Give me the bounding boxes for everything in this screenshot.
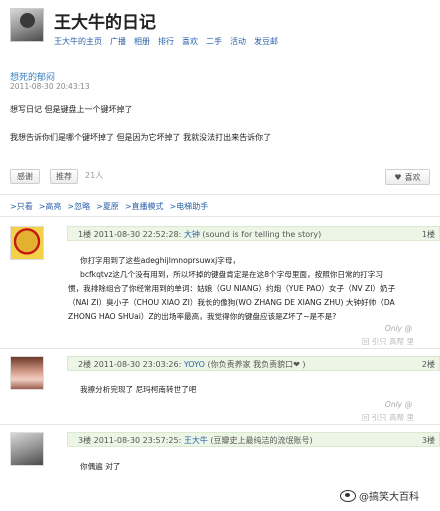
heart-icon: ♥: [394, 172, 402, 182]
commenter-name[interactable]: 大钟: [184, 230, 200, 239]
nav-likes[interactable]: 喜欢: [182, 36, 198, 47]
comment-item: 3楼 2011-08-30 23:57:25: 王大牛 (豆瓣史上最纯洁的流氓账…: [10, 432, 440, 477]
divider: [0, 424, 440, 425]
link-ignore[interactable]: >忽略: [67, 201, 90, 212]
comment-meta: 2楼 2011-08-30 23:03:26: YOYO (你负责养家 我负责貌…: [78, 359, 305, 370]
comment-text-line: 你打字用到了这些adeghijlmnoprsuwxj字母，: [80, 256, 241, 265]
commenter-name[interactable]: YOYO: [184, 360, 205, 369]
link-original[interactable]: >夏原: [96, 201, 119, 212]
link-elevator[interactable]: >电梯助手: [170, 201, 209, 212]
link-highlight[interactable]: >高亮: [39, 201, 62, 212]
comment-header: 3楼 2011-08-30 23:57:25: 王大牛 (豆瓣史上最纯洁的流氓账…: [67, 432, 440, 447]
blog-nav: 王大牛的主页 广播 相册 排行 喜欢 二手 活动 发豆邮: [54, 36, 278, 47]
like-label: 喜欢: [404, 172, 421, 182]
post-body-line: 我想告诉你们是哪个键坏掉了 但是因为它坏掉了 我就没法打出来告诉你了: [10, 133, 272, 142]
post-time: 2011-08-30 20:43:13: [10, 82, 90, 91]
weibo-logo-icon: [340, 489, 356, 502]
comment-text-line: 我擦分析完现了 尼玛柯南转世了吧: [80, 385, 197, 394]
thanks-button[interactable]: 感谢: [10, 169, 40, 184]
comment-floor-time: 1楼 2011-08-30 22:52:28:: [78, 230, 184, 239]
comment-item: 2楼 2011-08-30 23:03:26: YOYO (你负责养家 我负责貌…: [10, 356, 440, 422]
divider: [0, 216, 440, 217]
recommend-count: 21人: [85, 171, 104, 180]
link-only[interactable]: >只看: [10, 201, 33, 212]
floor-number: 3楼: [421, 436, 435, 445]
recommend-button[interactable]: 推荐: [50, 169, 78, 184]
comment-actions[interactable]: 回 引只 高帮 里: [362, 336, 414, 347]
commenter-avatar[interactable]: [10, 432, 44, 466]
blog-title: 王大牛的日记: [54, 13, 156, 33]
comment-floor-time: 3楼 2011-08-30 23:57:25:: [78, 436, 184, 445]
comment-floor-time: 2楼 2011-08-30 23:03:26:: [78, 360, 184, 369]
nav-secondhand[interactable]: 二手: [206, 36, 222, 47]
comment-text-line: （NAI ZI）臭小子（CHOU XIAO ZI）我长的像狗(WO ZHANG …: [68, 298, 395, 307]
nav-events[interactable]: 活动: [230, 36, 246, 47]
comment-text-line: ZHONG HAO SHUai）Z的出场率最高，我觉得你的键盘应该是Z坏了~是不…: [68, 312, 337, 321]
commenter-name[interactable]: 王大牛: [184, 436, 208, 445]
only-author-link[interactable]: Only @: [385, 400, 412, 409]
comment-meta: 1楼 2011-08-30 22:52:28: 大钟 (sound is for…: [78, 229, 321, 240]
divider: [0, 194, 440, 195]
floor-number: 1楼: [421, 230, 435, 239]
only-author-link[interactable]: Only @: [385, 324, 412, 333]
commenter-signature: (sound is for telling the story): [199, 230, 322, 239]
comment-text-line: bcfkqtvz这几个没有用到，所以坏掉的键盘肯定是在这8个字母里面，按照你日常…: [80, 270, 383, 279]
watermark: @搞笑大百科: [340, 488, 419, 503]
divider: [0, 348, 440, 349]
comment-actions[interactable]: 回 引只 高帮 里: [362, 412, 414, 423]
nav-home[interactable]: 王大牛的主页: [54, 36, 102, 47]
watermark-text: @搞笑大百科: [359, 492, 419, 503]
commenter-signature: (你负责养家 我负责貌口❤ ): [204, 360, 306, 369]
nav-album[interactable]: 相册: [134, 36, 150, 47]
link-live-mode[interactable]: >直播模式: [125, 201, 164, 212]
blog-header: 王大牛的日记 王大牛的主页 广播 相册 排行 喜欢 二手 活动 发豆邮: [10, 8, 430, 48]
comment-text-line: 你偶遍 对了: [80, 462, 121, 471]
nav-broadcast[interactable]: 广播: [110, 36, 126, 47]
comment-text-line: 惯，我排除组合了你经常用到的单词：姑娘（GU NIANG）约炮（YUE PAO）…: [68, 284, 396, 293]
author-avatar[interactable]: [10, 8, 44, 42]
like-button[interactable]: ♥ 喜欢: [385, 169, 430, 185]
comment-header: 2楼 2011-08-30 23:03:26: YOYO (你负责养家 我负责貌…: [67, 356, 440, 371]
commenter-avatar[interactable]: [10, 356, 44, 390]
comment-toolbar: >只看 >高亮 >忽略 >夏原 >直播模式 >电梯助手: [10, 201, 208, 212]
commenter-avatar[interactable]: [10, 226, 44, 260]
commenter-signature: (豆瓣史上最纯洁的流氓账号): [207, 436, 313, 445]
nav-rank[interactable]: 排行: [158, 36, 174, 47]
post-body-line: 想写日记 但是键盘上一个键坏掉了: [10, 105, 133, 114]
comment-meta: 3楼 2011-08-30 23:57:25: 王大牛 (豆瓣史上最纯洁的流氓账…: [78, 435, 313, 446]
comment-header: 1楼 2011-08-30 22:52:28: 大钟 (sound is for…: [67, 226, 440, 241]
comment-item: 1楼 2011-08-30 22:52:28: 大钟 (sound is for…: [10, 226, 440, 347]
nav-send-mail[interactable]: 发豆邮: [254, 36, 278, 47]
floor-number: 2楼: [421, 360, 435, 369]
